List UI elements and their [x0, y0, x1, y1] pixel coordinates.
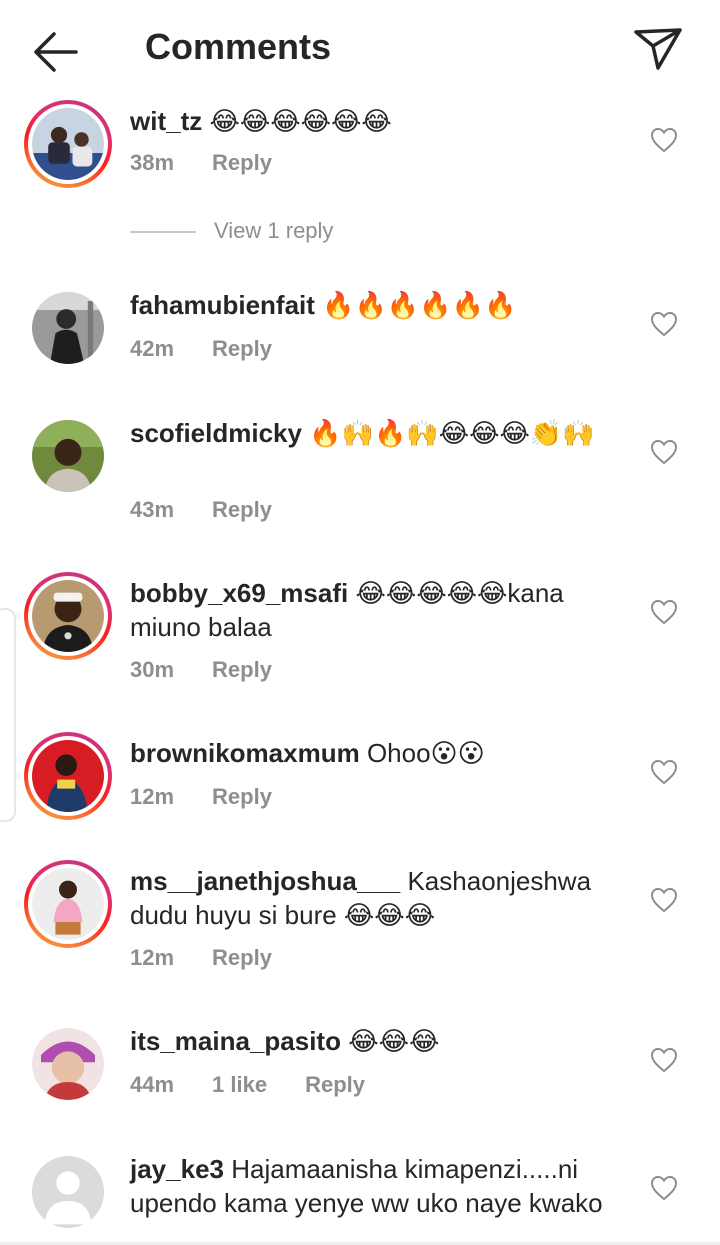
heart-icon[interactable] [650, 599, 678, 625]
avatar-story-ring[interactable] [24, 860, 112, 948]
comment-body: 🔥🔥🔥🔥🔥🔥 [322, 290, 517, 320]
comment-text: scofieldmicky 🔥🙌🔥🙌😂😂😂👏🙌 [130, 416, 620, 450]
comment-meta: 44m 1 like Reply [130, 1072, 403, 1098]
comment-meta: 38m Reply [130, 150, 310, 176]
avatar [32, 740, 104, 812]
reply-button[interactable]: Reply [212, 336, 272, 361]
avatar-container[interactable] [24, 1020, 112, 1108]
avatar [32, 108, 104, 180]
reply-button[interactable]: Reply [212, 497, 272, 522]
comment-meta: 12m Reply [130, 784, 310, 810]
reply-button[interactable]: Reply [212, 657, 272, 682]
avatar [32, 1028, 104, 1100]
side-edge-tab[interactable] [0, 608, 16, 822]
comment-time: 44m [130, 1072, 175, 1097]
app-header: Comments [0, 0, 720, 100]
comment-meta: 30m Reply [130, 657, 310, 683]
avatar-story-ring[interactable] [24, 100, 112, 188]
heart-icon[interactable] [650, 439, 678, 465]
avatar-story-ring[interactable] [24, 732, 112, 820]
comment-text: its_maina_pasito 😂😂😂 [130, 1024, 620, 1058]
heart-icon[interactable] [650, 311, 678, 337]
comment-body: 😂😂😂 [348, 1026, 440, 1056]
comment-meta: 42m Reply [130, 336, 310, 362]
comment-text: fahamubienfait 🔥🔥🔥🔥🔥🔥 [130, 288, 620, 322]
comment-username[interactable]: fahamubienfait [130, 290, 315, 320]
comment-username[interactable]: ms__janethjoshua___ [130, 866, 400, 896]
avatar [32, 292, 104, 364]
comment-username[interactable]: jay_ke3 [130, 1154, 224, 1184]
comment-text: wit_tz 😂😂😂😂😂😂 [130, 104, 620, 138]
avatar [32, 420, 104, 492]
comment-username[interactable]: brownikomaxmum [130, 738, 360, 768]
comment-body: 😂😂😂😂😂😂 [209, 106, 392, 136]
avatar [32, 580, 104, 652]
comment-time: 42m [130, 336, 175, 361]
send-icon[interactable] [632, 24, 684, 72]
view-replies-label[interactable]: View 1 reply [214, 218, 333, 244]
reply-button[interactable]: Reply [212, 784, 272, 809]
arrow-left-icon[interactable] [30, 28, 82, 76]
heart-icon[interactable] [650, 1175, 678, 1201]
avatar-story-ring[interactable] [24, 572, 112, 660]
default-avatar-icon [32, 1156, 104, 1228]
comment-likes[interactable]: 1 like [212, 1072, 267, 1097]
comment-time: 12m [130, 945, 175, 970]
view-replies-line [130, 231, 196, 233]
comment-username[interactable]: bobby_x69_msafi [130, 578, 348, 608]
comment-time: 43m [130, 497, 175, 522]
comment-username[interactable]: wit_tz [130, 106, 202, 136]
comment-body: 🔥🙌🔥🙌😂😂😂👏🙌 [309, 418, 595, 448]
comment-text: ms__janethjoshua___ Kashaonjeshwa dudu h… [130, 864, 620, 932]
comment-meta: 12m Reply [130, 945, 310, 971]
comment-meta: 43m Reply [130, 497, 310, 523]
comment-username[interactable]: its_maina_pasito [130, 1026, 341, 1056]
comment-username[interactable]: scofieldmicky [130, 418, 302, 448]
reply-button[interactable]: Reply [212, 150, 272, 175]
comments-screen: wit_tz 😂😂😂😂😂😂 38m Reply View 1 reply fah… [0, 0, 720, 1245]
avatar-container[interactable] [24, 1148, 112, 1236]
comment-body: Ohoo😮😮 [366, 738, 485, 768]
comment-time: 12m [130, 784, 175, 809]
heart-icon[interactable] [650, 127, 678, 153]
comment-text: brownikomaxmum Ohoo😮😮 [130, 736, 620, 770]
reply-button[interactable]: Reply [305, 1072, 365, 1097]
page-title: Comments [145, 26, 332, 67]
avatar [32, 868, 104, 940]
comment-time: 38m [130, 150, 175, 175]
heart-icon[interactable] [650, 887, 678, 913]
comment-text: jay_ke3 Hajamaanisha kimapenzi.....ni up… [130, 1152, 620, 1220]
heart-icon[interactable] [650, 759, 678, 785]
comment-time: 30m [130, 657, 175, 682]
comment-text: bobby_x69_msafi 😂😂😂😂😂kana miuno balaa [130, 576, 620, 644]
reply-button[interactable]: Reply [212, 945, 272, 970]
avatar-container[interactable] [24, 284, 112, 372]
avatar [32, 1156, 104, 1228]
heart-icon[interactable] [650, 1047, 678, 1073]
avatar-container[interactable] [24, 412, 112, 500]
